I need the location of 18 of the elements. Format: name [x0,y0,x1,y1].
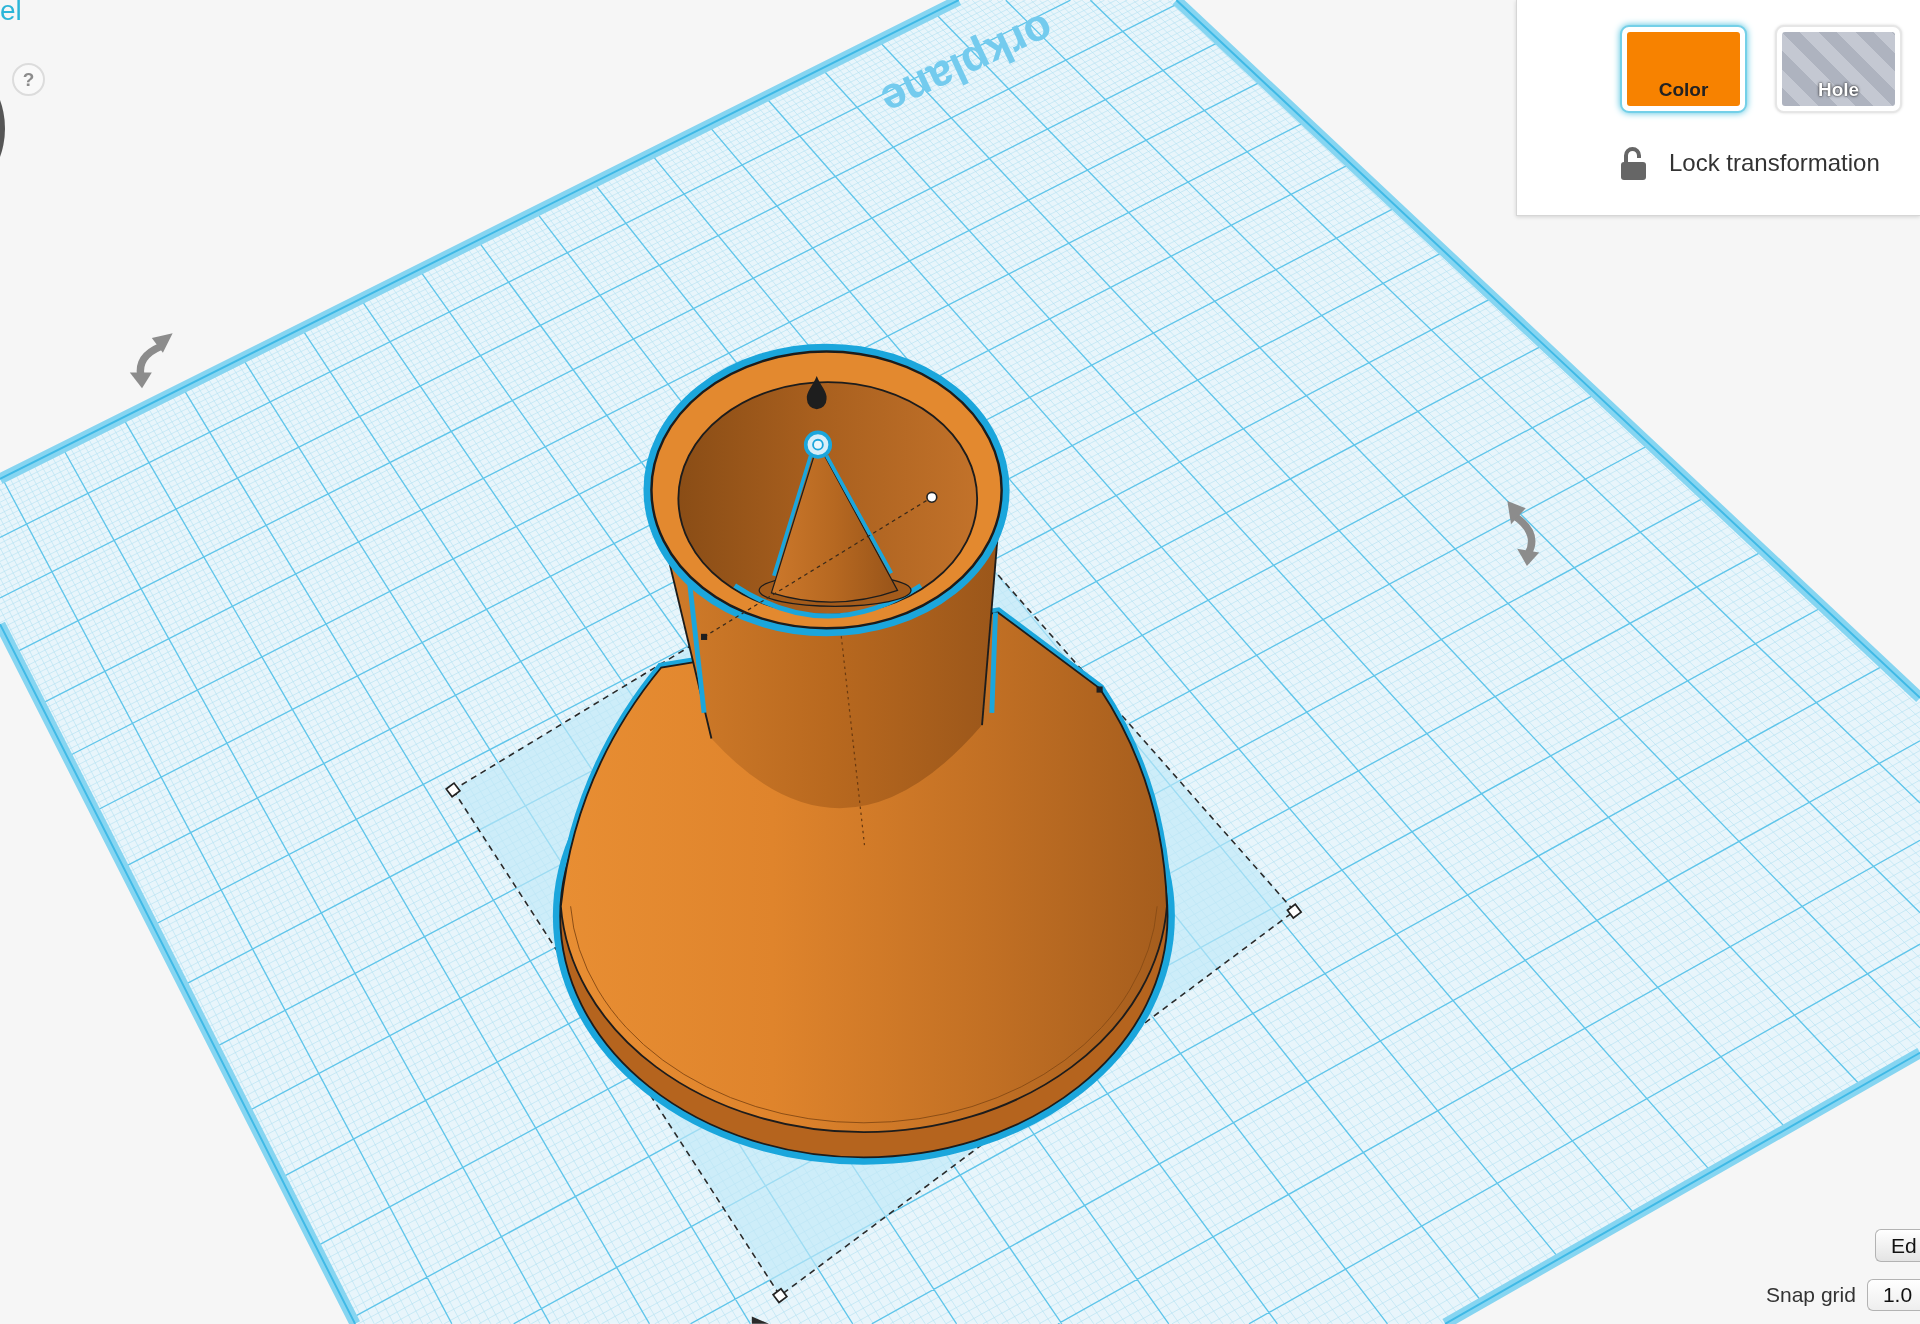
edge-handle[interactable] [701,633,708,640]
height-handle[interactable] [806,376,827,410]
design-title: el [0,0,22,22]
corner-handle[interactable] [1286,903,1303,920]
arrow-marker-icon[interactable] [751,1316,769,1324]
round-button[interactable] [0,100,5,157]
corner-handle[interactable] [926,491,938,503]
color-option-button[interactable]: Color [1620,25,1747,113]
snap-grid-label: Snap grid [1766,1282,1856,1309]
edit-grid-button[interactable]: Ed [1875,1229,1920,1262]
lock-transformation-toggle[interactable]: Lock transformation [1620,145,1880,181]
corner-handle[interactable] [445,781,462,798]
corner-handle[interactable] [771,1287,789,1304]
edge-handle[interactable] [1096,686,1103,693]
ring-marker-icon [803,430,833,459]
snap-grid-select[interactable]: 1.0 [1866,1279,1920,1311]
rotate-arrow-icon[interactable] [1507,501,1540,566]
rotate-arrow-icon[interactable] [129,333,173,389]
